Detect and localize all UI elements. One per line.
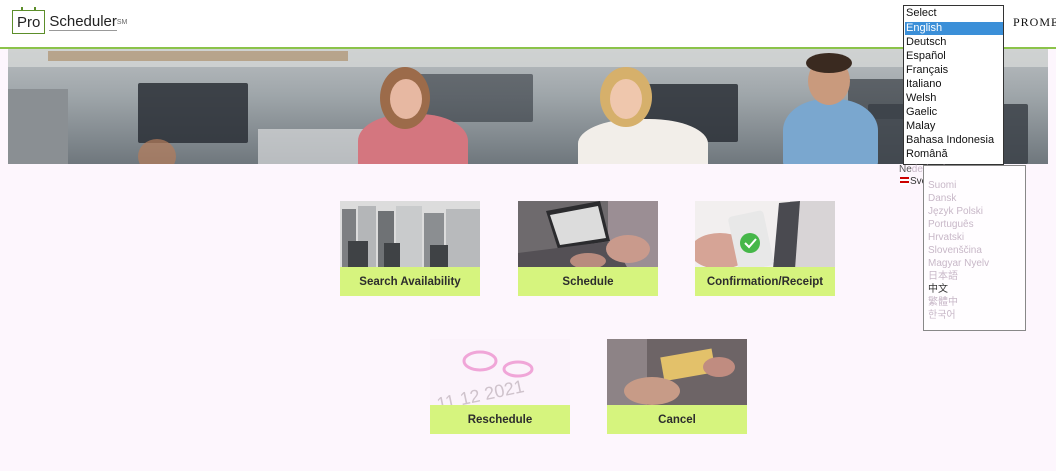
language-option-polski[interactable]: Język Polski — [928, 205, 983, 218]
reschedule-button[interactable]: Reschedule — [430, 405, 570, 434]
language-option-slovenscina[interactable]: Slovenščina — [928, 244, 982, 257]
language-select[interactable]: Select English Deutsch Español Français … — [903, 5, 1004, 165]
header-right-text: PROME — [1013, 15, 1056, 29]
language-option-hrvatski[interactable]: Hrvatski — [928, 231, 964, 244]
logo-text: Scheduler — [49, 13, 117, 31]
language-list-overflow[interactable]: Suomi Dansk Język Polski Português Hrvat… — [923, 165, 1026, 331]
schedule-button[interactable]: Schedule — [518, 267, 658, 296]
hero-banner-image — [8, 49, 1048, 164]
language-option-gaelic[interactable]: Gaelic — [906, 106, 937, 119]
language-option-welsh[interactable]: Welsh — [906, 92, 936, 105]
language-option-dansk[interactable]: Dansk — [928, 192, 956, 205]
laptop-typing-image — [518, 201, 658, 269]
flag-icon — [900, 177, 909, 185]
language-option-deutsch[interactable]: Deutsch — [906, 36, 946, 49]
language-option-portugues[interactable]: Português — [928, 218, 974, 231]
calendar-date-image: 11 12 2021 — [430, 339, 570, 407]
language-option-traditional-chinese[interactable]: 繁體中 — [928, 296, 958, 309]
logo-trademark: SM — [116, 18, 128, 26]
language-option-japanese[interactable]: 日本語 — [928, 270, 958, 283]
cancel-button[interactable]: Cancel — [607, 405, 747, 434]
language-option-chinese[interactable]: 中文 — [928, 283, 948, 296]
logo-pro-box: Pro — [12, 7, 46, 34]
top-bar: Pro Scheduler SM PROME — [0, 0, 1056, 49]
language-option-magyar[interactable]: Magyar Nyelv — [928, 257, 989, 270]
language-option-suomi[interactable]: Suomi — [928, 179, 956, 192]
office-cubicles-image — [340, 201, 480, 269]
phone-checkmark-image — [695, 201, 835, 269]
language-option-italiano[interactable]: Italiano — [906, 78, 941, 91]
language-option-english[interactable]: English — [905, 22, 1003, 35]
search-availability-button[interactable]: Search Availability — [340, 267, 480, 296]
language-option-francais[interactable]: Français — [906, 64, 948, 77]
language-option-bahasa-indonesia[interactable]: Bahasa Indonesia — [906, 134, 994, 147]
cancel-ticket-image — [607, 339, 747, 407]
language-option-malay[interactable]: Malay — [906, 120, 935, 133]
language-option-korean[interactable]: 한국어 — [928, 309, 956, 322]
pro-scheduler-logo[interactable]: Pro Scheduler SM — [12, 7, 128, 36]
confirmation-receipt-button[interactable]: Confirmation/Receipt — [695, 267, 835, 296]
language-option-romana[interactable]: Română — [906, 148, 948, 161]
language-select-header[interactable]: Select — [906, 7, 937, 19]
language-option-espanol[interactable]: Español — [906, 50, 946, 63]
